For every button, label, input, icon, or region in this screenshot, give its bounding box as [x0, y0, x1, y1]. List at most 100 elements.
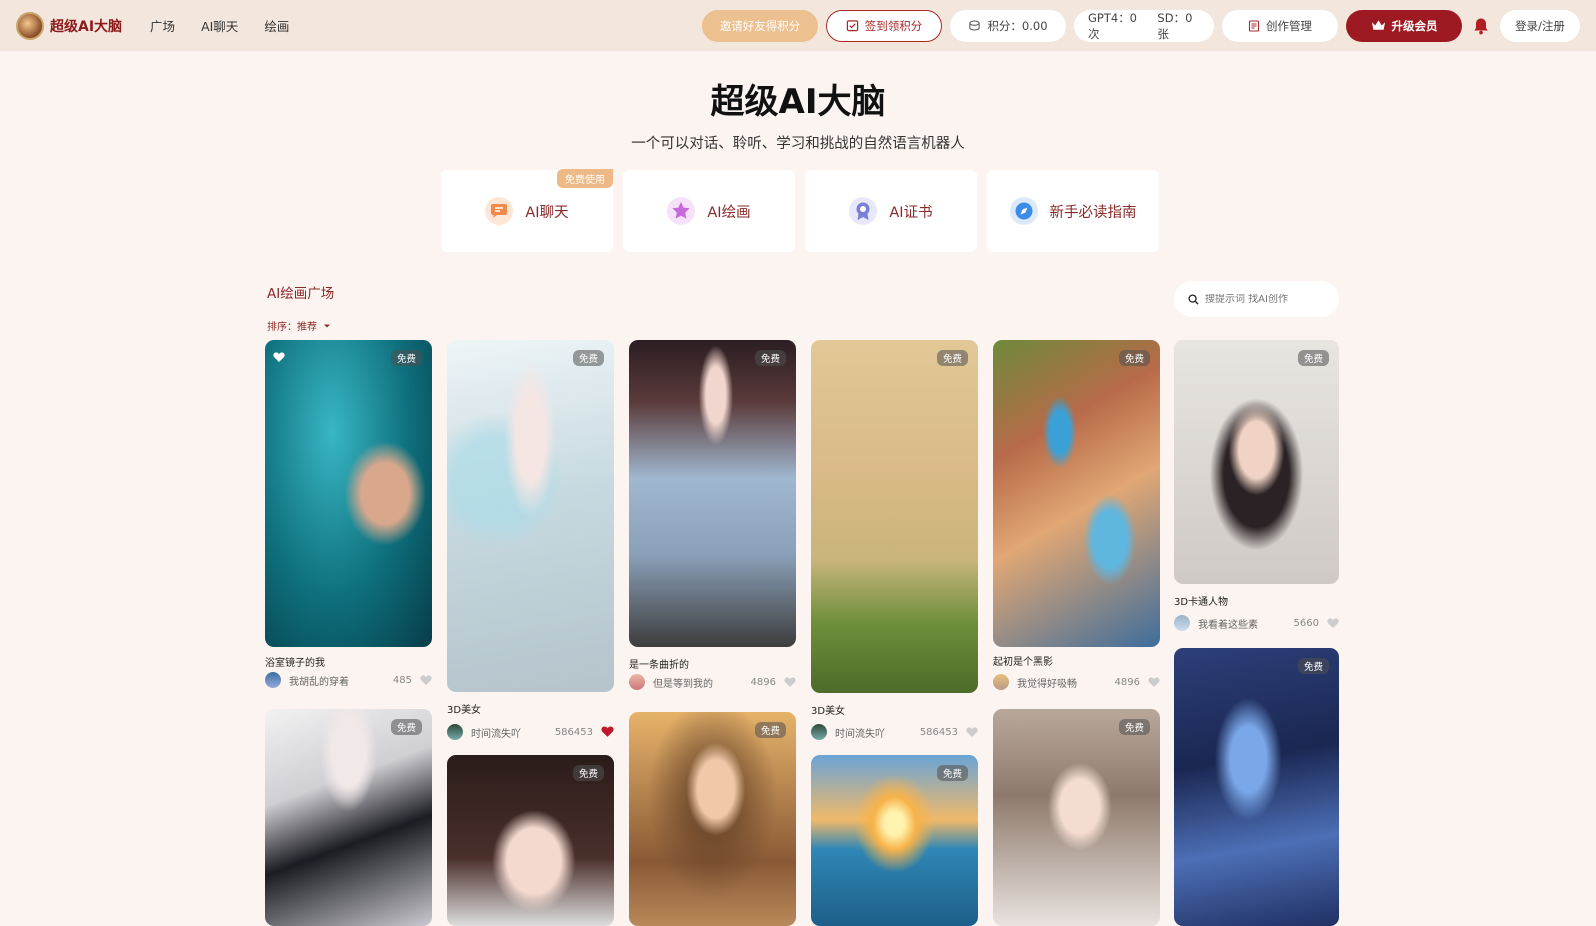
logo-icon	[16, 11, 44, 40]
like-count: 5660	[1293, 617, 1319, 629]
gallery-card[interactable]: 免费 是一条曲折的 但是等到我的 4896	[629, 340, 796, 692]
sd-quota: SD：0张	[1157, 10, 1193, 41]
free-badge: 免费	[754, 350, 786, 366]
card-image[interactable]: 免费	[629, 340, 796, 647]
feature-ai-certificate[interactable]: AI证书	[805, 170, 977, 252]
gallery-card[interactable]: 免费	[993, 709, 1160, 926]
avatar	[1174, 615, 1190, 631]
feature-ai-painting[interactable]: AI绘画	[623, 170, 795, 252]
card-image[interactable]: 免费	[265, 340, 432, 647]
card-image[interactable]: 免费	[811, 755, 978, 926]
feature-label: AI证书	[889, 204, 933, 221]
gallery-card[interactable]: 免费 3D美女 时间流失吖 586453	[447, 340, 614, 740]
quota-display[interactable]: GPT4：0次 SD：0张	[1074, 9, 1214, 42]
nav-item-painting[interactable]: 绘画	[264, 16, 289, 35]
gallery-card[interactable]: 免费	[265, 709, 432, 926]
coin-icon	[969, 20, 981, 31]
card-image[interactable]: 免费	[265, 709, 432, 926]
points-display[interactable]: 积分：0.00	[950, 9, 1066, 42]
checkin-icon	[846, 20, 858, 32]
gallery-card[interactable]: 免费 3D美女 时间流失吖 586453	[811, 340, 978, 740]
card-image[interactable]: 免费	[811, 340, 978, 693]
invite-label: 邀请好友得积分	[719, 18, 801, 33]
card-meta: 但是等到我的 4896	[629, 674, 796, 690]
search-icon	[1188, 293, 1199, 305]
card-title: 浴室镜子的我	[265, 658, 325, 669]
certificate-icon	[849, 197, 878, 225]
crown-icon	[1371, 20, 1385, 30]
free-badge: 免费	[572, 765, 604, 781]
login-register-button[interactable]: 登录/注册	[1500, 9, 1580, 42]
heart-icon[interactable]	[1148, 676, 1160, 688]
logo[interactable]: 超级AI大脑	[16, 11, 123, 40]
like-count: 586453	[919, 726, 958, 738]
logo-text: 超级AI大脑	[50, 18, 123, 35]
card-author: 但是等到我的	[653, 678, 713, 690]
notification-button[interactable]	[1470, 15, 1492, 37]
card-image[interactable]: 免费	[447, 755, 614, 926]
creation-manage-button[interactable]: 创作管理	[1222, 9, 1338, 42]
gpt4-quota: GPT4：0次	[1088, 10, 1138, 41]
document-icon	[1248, 19, 1260, 32]
card-author: 时间流失吖	[471, 728, 521, 740]
card-image[interactable]: 免费	[1174, 648, 1339, 926]
free-badge: 免费	[390, 350, 422, 366]
upgrade-vip-button[interactable]: 升级会员	[1346, 9, 1462, 42]
invite-friends-button[interactable]: 邀请好友得积分	[702, 9, 818, 42]
avatar	[629, 674, 645, 690]
sort-dropdown[interactable]: 排序：推荐	[267, 318, 331, 333]
card-author: 我觉得好吸畅	[1017, 678, 1077, 690]
card-image[interactable]: 免费	[629, 712, 796, 926]
gallery-card[interactable]: 免费 3D卡通人物 我看着这些素 5660	[1174, 340, 1339, 632]
feature-label: AI聊天	[525, 204, 569, 221]
points-label: 积分：0.00	[987, 18, 1048, 33]
heart-icon[interactable]	[784, 676, 796, 688]
card-author: 我看着这些素	[1198, 619, 1258, 631]
heart-icon[interactable]	[273, 348, 285, 367]
feature-label: AI绘画	[707, 204, 751, 221]
gallery-card[interactable]: 免费 浴室镜子的我 我胡乱的穿着 485	[265, 340, 432, 688]
feature-cards: 免费使用 AI聊天 AI绘画 AI证书 新手必读指南	[441, 169, 1159, 252]
page-title: 超级AI大脑	[710, 82, 886, 122]
card-meta: 我胡乱的穿着 485	[265, 672, 432, 688]
search-box[interactable]	[1174, 281, 1339, 317]
gallery-card[interactable]: 免费	[1174, 648, 1339, 926]
caret-down-icon	[324, 324, 330, 327]
heart-icon[interactable]	[601, 726, 614, 738]
login-label: 登录/注册	[1515, 18, 1565, 33]
free-use-badge: 免费使用	[557, 169, 613, 188]
chat-icon	[485, 197, 514, 225]
heart-icon[interactable]	[1327, 617, 1339, 629]
heart-icon[interactable]	[966, 726, 978, 738]
card-meta: 时间流失吖 586453	[447, 724, 614, 740]
gallery-card[interactable]: 免费 起初是个黑影 我觉得好吸畅 4896	[993, 340, 1160, 690]
gallery-card[interactable]: 免费	[811, 755, 978, 926]
free-badge: 免费	[1118, 719, 1150, 735]
card-meta: 我觉得好吸畅 4896	[993, 674, 1160, 690]
nav-item-square[interactable]: 广场	[150, 16, 175, 35]
nav-item-ai-chat[interactable]: AI聊天	[201, 16, 238, 35]
paint-star-icon	[667, 197, 696, 225]
like-count: 4896	[750, 676, 776, 688]
gallery-card[interactable]: 免费	[447, 755, 614, 926]
heart-icon[interactable]	[420, 674, 432, 686]
card-image[interactable]: 免费	[993, 709, 1160, 926]
card-image[interactable]: 免费	[1174, 340, 1339, 584]
background-decoration	[0, 506, 1596, 926]
card-title: 3D美女	[447, 705, 482, 716]
sort-label: 排序：推荐	[267, 322, 317, 333]
search-input[interactable]	[1205, 293, 1325, 305]
card-image[interactable]: 免费	[993, 340, 1160, 647]
gallery-card[interactable]: 免费	[629, 712, 796, 926]
feature-ai-chat[interactable]: 免费使用 AI聊天	[441, 169, 613, 252]
compass-icon	[1009, 197, 1038, 225]
card-author: 我胡乱的穿着	[289, 676, 349, 688]
checkin-button[interactable]: 签到领积分	[826, 9, 942, 42]
like-count: 485	[392, 674, 412, 686]
free-badge: 免费	[1297, 350, 1329, 366]
feature-label: 新手必读指南	[1049, 204, 1137, 221]
free-badge: 免费	[1118, 350, 1150, 366]
bell-icon	[1474, 18, 1488, 34]
card-image[interactable]: 免费	[447, 340, 614, 692]
feature-beginner-guide[interactable]: 新手必读指南	[987, 170, 1159, 252]
